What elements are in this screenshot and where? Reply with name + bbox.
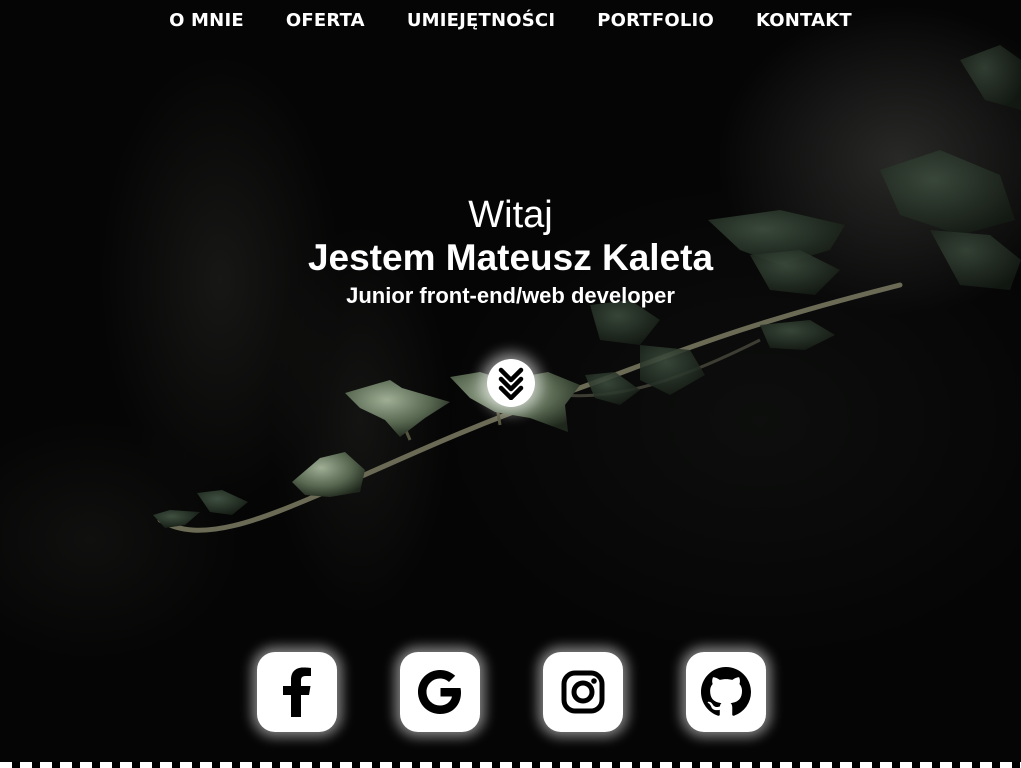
instagram-icon [561,670,605,714]
greeting-text: Witaj [468,194,553,236]
double-chevron-down-icon [498,367,524,400]
github-link[interactable] [686,652,766,732]
social-links [257,652,766,732]
nav-item-o-mnie[interactable]: O MNIE [148,8,265,34]
facebook-icon [283,667,311,717]
hero-section: O MNIE OFERTA UMIEJĘTNOŚCI PORTFOLIO KON… [0,0,1021,768]
role-subtitle: Junior front-end/web developer [346,283,675,308]
instagram-link[interactable] [543,652,623,732]
main-nav: O MNIE OFERTA UMIEJĘTNOŚCI PORTFOLIO KON… [0,8,1021,34]
nav-item-kontakt[interactable]: KONTAKT [735,8,873,34]
section-divider [0,762,1021,768]
nav-item-oferta[interactable]: OFERTA [265,8,386,34]
facebook-link[interactable] [257,652,337,732]
nav-item-umiejetnosci[interactable]: UMIEJĘTNOŚCI [386,8,576,34]
scroll-down-button[interactable] [487,359,535,407]
google-link[interactable] [400,652,480,732]
google-icon [418,670,461,714]
nav-item-portfolio[interactable]: PORTFOLIO [576,8,735,34]
name-heading: Jestem Mateusz Kaleta [307,237,714,278]
hero-intro: Witaj Jestem Mateusz Kaleta Junior front… [0,195,1021,309]
github-icon [701,667,751,716]
